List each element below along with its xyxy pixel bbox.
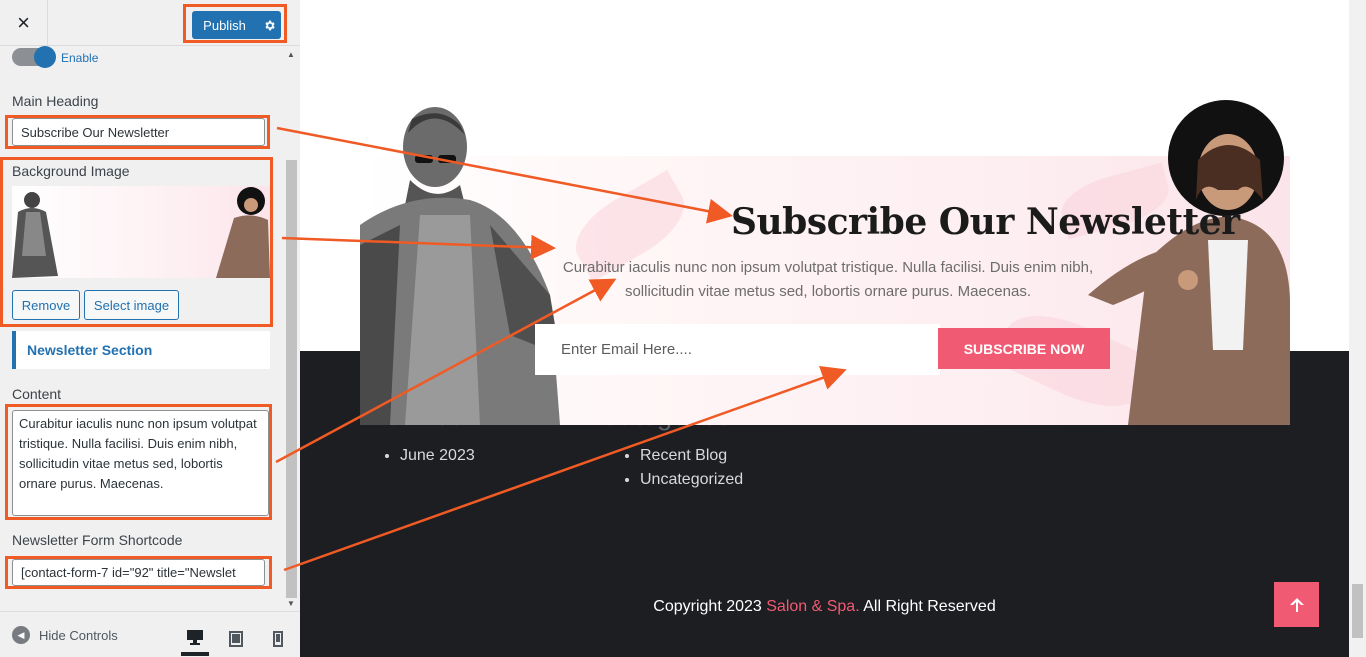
publish-button[interactable]: Publish — [192, 11, 257, 39]
tablet-preview-button[interactable] — [222, 622, 250, 656]
main-heading-input[interactable]: Subscribe Our Newsletter — [12, 118, 265, 146]
mobile-icon — [273, 631, 283, 647]
woman-photo — [1088, 100, 1290, 425]
hide-controls-button[interactable]: ◀ Hide Controls — [12, 626, 118, 644]
archive-link[interactable]: June 2023 — [400, 444, 475, 468]
main-heading-label: Main Heading — [12, 93, 99, 109]
brand-link[interactable]: Salon & Spa. — [766, 598, 859, 615]
thumbnail-figures — [12, 187, 270, 278]
copyright-text: Copyright 2023 Salon & Spa. All Right Re… — [300, 598, 1349, 616]
remove-image-button[interactable]: Remove — [12, 290, 80, 320]
close-customizer-button[interactable]: × — [0, 0, 48, 46]
categories-list: Recent Blog Uncategorized — [620, 444, 743, 492]
hide-controls-label: Hide Controls — [39, 627, 118, 643]
publish-annotation-box: Publish — [183, 4, 287, 43]
scroll-to-top-button[interactable] — [1274, 582, 1319, 627]
publish-settings-button[interactable] — [257, 11, 281, 39]
enable-label: Enable — [61, 51, 99, 65]
select-image-button[interactable]: Select image — [84, 290, 179, 320]
copyright-prefix: Copyright 2023 — [653, 598, 767, 615]
shortcode-label: Newsletter Form Shortcode — [12, 532, 183, 548]
newsletter-description: Curabitur iaculis nunc non ipsum volutpa… — [562, 259, 1094, 300]
background-image-label: Background Image — [12, 163, 130, 179]
close-icon: × — [17, 10, 30, 35]
content-label: Content — [12, 386, 62, 402]
category-link[interactable]: Uncategorized — [640, 468, 743, 492]
gear-icon — [264, 20, 275, 30]
newsletter-section-link[interactable]: Newsletter Section — [12, 331, 270, 369]
shortcode-input[interactable]: [contact-form-7 id="92" title="Newslet — [12, 559, 265, 586]
desktop-preview-button[interactable] — [181, 622, 209, 656]
desktop-icon — [187, 630, 203, 645]
enable-toggle[interactable] — [12, 46, 56, 68]
customizer-footer: ◀ Hide Controls — [0, 611, 300, 657]
background-image-thumbnail — [12, 186, 270, 278]
email-input[interactable]: Enter Email Here.... — [535, 324, 940, 375]
category-link[interactable]: Recent Blog — [640, 444, 743, 468]
newsletter-title: Subscribe Our Newsletter — [731, 201, 1240, 243]
toggle-knob — [34, 46, 56, 68]
arrow-up-icon — [1289, 597, 1304, 612]
subscribe-button[interactable]: SUBSCRIBE NOW — [938, 328, 1110, 369]
mobile-preview-button[interactable] — [264, 622, 292, 656]
archives-list: June 2023 — [380, 444, 475, 468]
scroll-down-arrow[interactable]: ▼ — [287, 599, 295, 608]
tablet-icon — [229, 631, 243, 647]
preview-scrollbar[interactable] — [1349, 0, 1366, 657]
sidebar-scroll-thumb[interactable] — [286, 160, 297, 598]
preview-scroll-thumb[interactable] — [1352, 584, 1363, 638]
scroll-up-arrow[interactable]: ▲ — [287, 50, 295, 59]
collapse-left-icon: ◀ — [12, 626, 30, 644]
copyright-suffix: All Right Reserved — [859, 598, 996, 615]
customizer-header: × Publish — [0, 0, 300, 46]
content-textarea[interactable] — [12, 410, 269, 516]
customizer-sidebar: × Publish ▲ ▼ Enable Main Heading Subscr… — [0, 0, 300, 657]
site-preview: Archives June 2023 Categories Recent Blo… — [300, 0, 1349, 657]
man-photo — [360, 107, 560, 425]
